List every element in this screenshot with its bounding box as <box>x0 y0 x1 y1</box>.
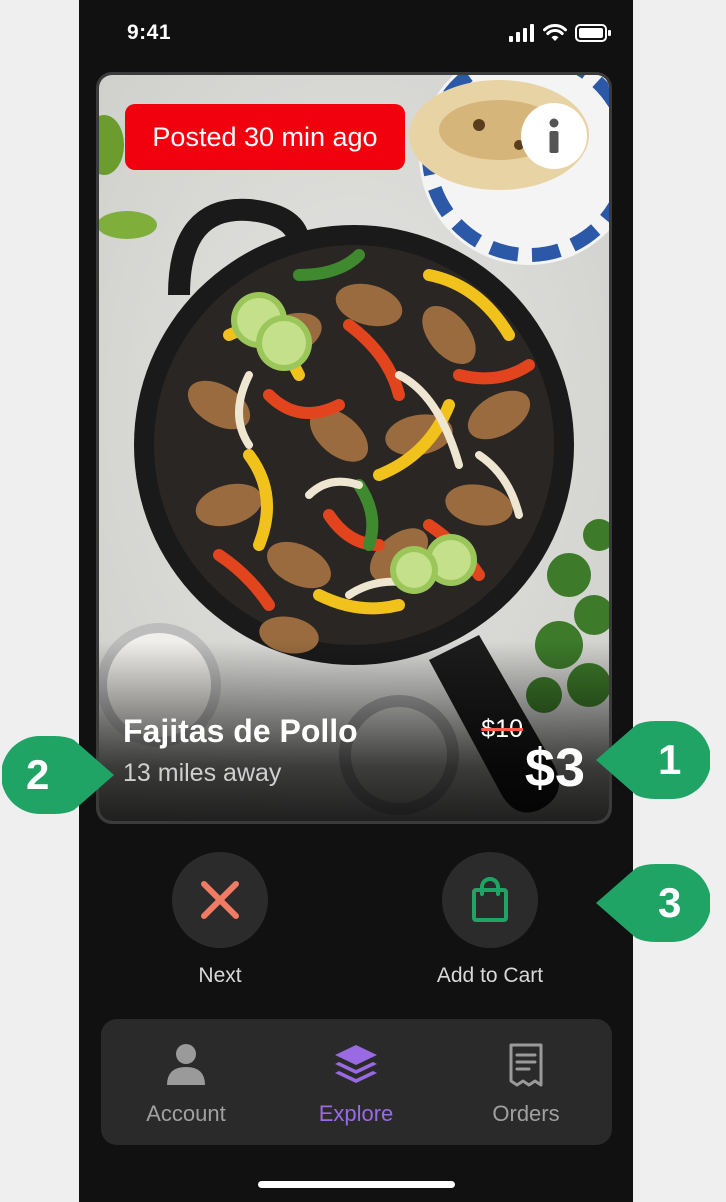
posted-time-badge: Posted 30 min ago <box>125 104 405 170</box>
tab-account-label: Account <box>146 1101 226 1126</box>
cellular-signal-icon <box>509 24 534 42</box>
callout-3: 3 <box>596 864 711 942</box>
add-to-cart-label: Add to Cart <box>436 964 544 987</box>
tab-orders[interactable]: Orders <box>441 1019 611 1145</box>
home-indicator <box>258 1181 455 1188</box>
tab-account[interactable]: Account <box>101 1019 271 1145</box>
info-button[interactable] <box>521 103 587 169</box>
callout-1-arrow <box>596 721 711 799</box>
callout-3-number: 3 <box>658 879 682 926</box>
phone-screen: 9:41 Posted 30 min ago Fajitas de Pollo … <box>79 0 633 1202</box>
person-icon <box>167 1044 205 1085</box>
callout-3-arrow <box>596 864 711 942</box>
next-label: Next <box>198 964 242 987</box>
original-price: $10 <box>481 715 523 743</box>
listing-card[interactable]: Posted 30 min ago Fajitas de Pollo 13 mi… <box>96 72 612 824</box>
wifi-icon <box>543 24 567 41</box>
callout-2-number: 2 <box>26 751 50 798</box>
next-button[interactable] <box>172 852 268 948</box>
tab-explore-label: Explore <box>318 1101 394 1126</box>
status-bar: 9:41 <box>79 0 633 70</box>
callout-2: 2 <box>1 736 114 814</box>
battery-icon <box>575 24 611 42</box>
item-title: Fajitas de Pollo <box>123 713 358 749</box>
tab-orders-label: Orders <box>492 1101 560 1126</box>
item-distance: 13 miles away <box>123 759 282 787</box>
layers-icon <box>335 1045 377 1083</box>
status-icons <box>509 24 611 42</box>
status-time: 9:41 <box>127 21 172 44</box>
receipt-icon <box>509 1043 543 1087</box>
info-icon <box>549 118 559 153</box>
close-x-icon <box>201 881 239 919</box>
next-action[interactable]: Next <box>130 852 310 988</box>
callout-1-number: 1 <box>658 736 682 783</box>
bottom-tab-bar: Account Explore Orders <box>101 1019 612 1145</box>
callout-2-arrow <box>1 736 114 814</box>
add-to-cart-action[interactable]: Add to Cart <box>400 852 580 988</box>
shopping-bag-icon <box>472 877 508 922</box>
add-to-cart-button[interactable] <box>442 852 538 948</box>
tab-explore[interactable]: Explore <box>271 1019 441 1145</box>
callout-1: 1 <box>596 721 711 799</box>
discounted-price: $3 <box>524 738 585 798</box>
